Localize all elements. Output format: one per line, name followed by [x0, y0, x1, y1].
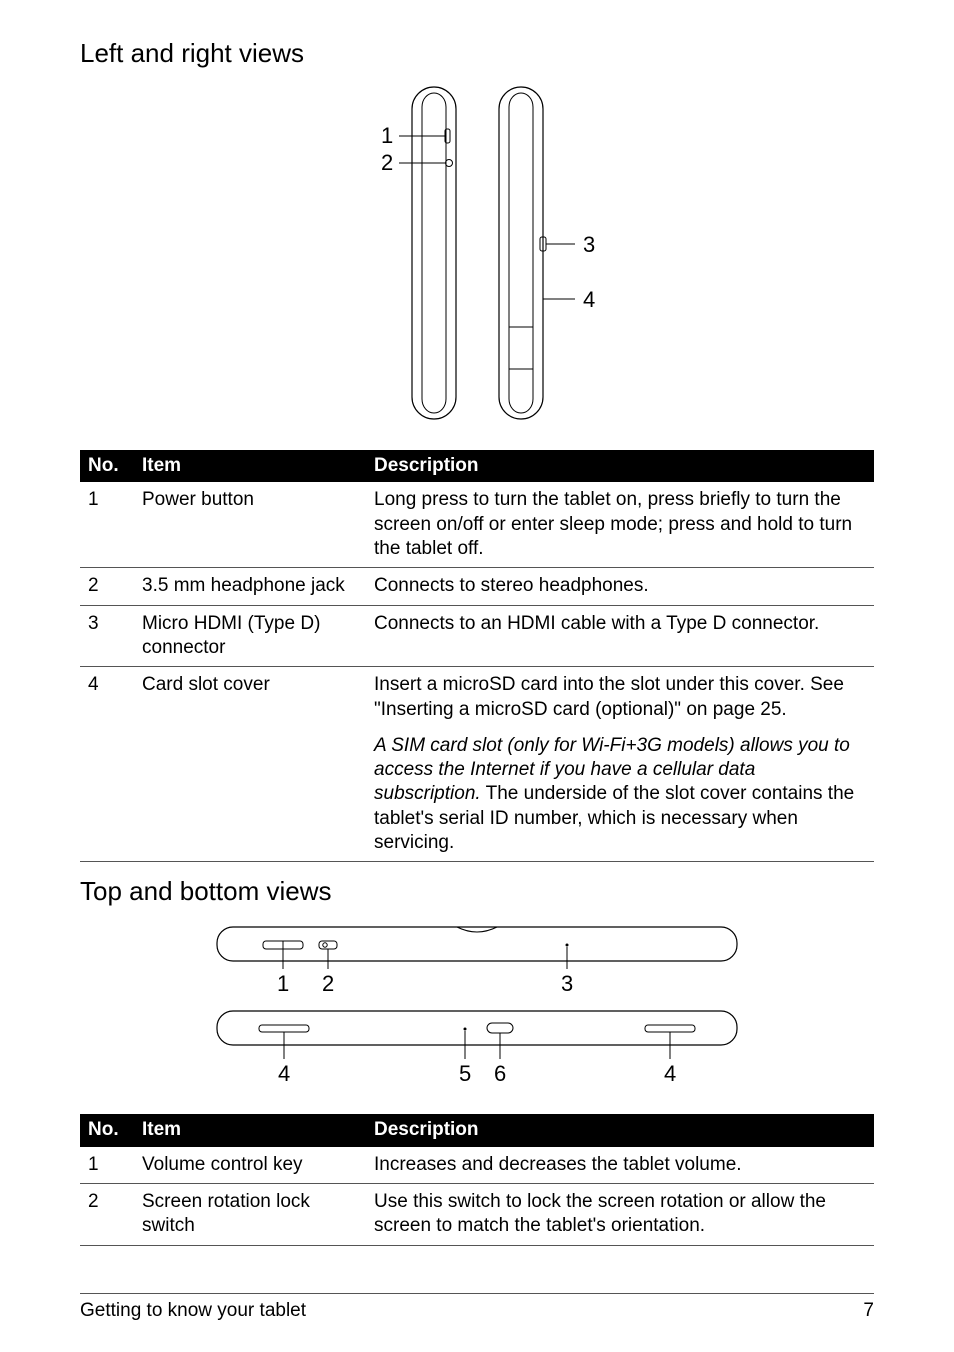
top-bottom-diagram: 1 2 3 4 5 6 4: [80, 919, 874, 1094]
section-heading-top-bottom: Top and bottom views: [80, 876, 874, 907]
table-row: 1 Volume control key Increases and decre…: [80, 1147, 874, 1184]
cell-desc: Long press to turn the tablet on, press …: [366, 482, 874, 567]
page-footer: Getting to know your tablet 7: [80, 1293, 874, 1322]
cell-item: Screen rotation lock switch: [134, 1184, 366, 1246]
table-row: 2 Screen rotation lock switch Use this s…: [80, 1184, 874, 1246]
cell-item: Card slot cover: [134, 667, 366, 728]
cell-item: [134, 728, 366, 862]
diagram2-label-4b: 4: [664, 1061, 676, 1086]
table-row: 1 Power button Long press to turn the ta…: [80, 482, 874, 567]
table-row: A SIM card slot (only for Wi-Fi+3G model…: [80, 728, 874, 862]
th-item: Item: [134, 450, 366, 482]
diagram-label-2: 2: [381, 150, 393, 175]
cell-no: 2: [80, 568, 134, 605]
section-heading-left-right: Left and right views: [80, 38, 874, 69]
th-no: No.: [80, 450, 134, 482]
diagram-label-4: 4: [583, 287, 595, 312]
diagram2-label-3: 3: [561, 971, 573, 996]
diagram2-label-5: 5: [459, 1061, 471, 1086]
diagram2-label-4a: 4: [278, 1061, 290, 1086]
table-row: 3 Micro HDMI (Type D) connector Connects…: [80, 605, 874, 667]
cell-no: 1: [80, 1147, 134, 1184]
th-desc: Description: [366, 450, 874, 482]
diagram-label-1: 1: [381, 123, 393, 148]
cell-no: 3: [80, 605, 134, 667]
cell-desc: Increases and decreases the tablet volum…: [366, 1147, 874, 1184]
cell-no: 4: [80, 667, 134, 728]
th-no: No.: [80, 1114, 134, 1146]
cell-item: Power button: [134, 482, 366, 567]
th-item: Item: [134, 1114, 366, 1146]
th-desc: Description: [366, 1114, 874, 1146]
cell-desc: Connects to stereo headphones.: [366, 568, 874, 605]
cell-desc: Use this switch to lock the screen rotat…: [366, 1184, 874, 1246]
cell-item: 3.5 mm headphone jack: [134, 568, 366, 605]
cell-desc: Insert a microSD card into the slot unde…: [366, 667, 874, 728]
cell-desc: A SIM card slot (only for Wi-Fi+3G model…: [366, 728, 874, 862]
diagram2-label-2: 2: [322, 971, 334, 996]
diagram-label-3: 3: [583, 232, 595, 257]
cell-item: Volume control key: [134, 1147, 366, 1184]
left-right-diagram: 1 2 3 4: [80, 81, 874, 430]
cell-no: 2: [80, 1184, 134, 1246]
diagram2-label-1: 1: [277, 971, 289, 996]
cell-no: 1: [80, 482, 134, 567]
cell-desc: Connects to an HDMI cable with a Type D …: [366, 605, 874, 667]
table-row: 2 3.5 mm headphone jack Connects to ster…: [80, 568, 874, 605]
cell-no: [80, 728, 134, 862]
top-bottom-table: No. Item Description 1 Volume control ke…: [80, 1114, 874, 1245]
table-row: 4 Card slot cover Insert a microSD card …: [80, 667, 874, 728]
footer-text: Getting to know your tablet: [80, 1300, 306, 1322]
left-right-table: No. Item Description 1 Power button Long…: [80, 450, 874, 862]
diagram2-label-6: 6: [494, 1061, 506, 1086]
cell-item: Micro HDMI (Type D) connector: [134, 605, 366, 667]
page-number: 7: [863, 1300, 874, 1322]
